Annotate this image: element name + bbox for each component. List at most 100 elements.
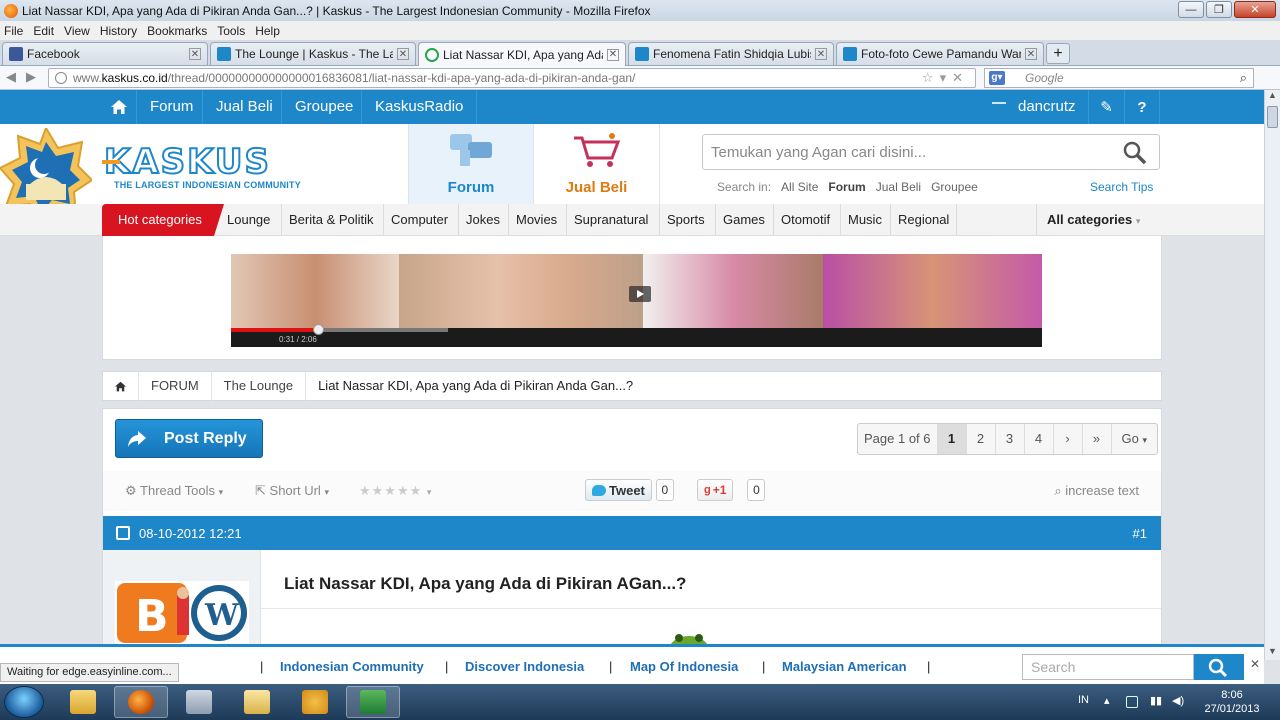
tab-liat-nassar[interactable]: Liat Nassar KDI, Apa yang Ada di... ✕ — [418, 42, 626, 66]
menu-help[interactable]: Help — [255, 24, 280, 38]
tray-flag-icon[interactable] — [1126, 696, 1138, 708]
language-indicator[interactable]: IN — [1078, 694, 1089, 706]
close-tab-icon[interactable]: ✕ — [815, 48, 827, 60]
tweet-button[interactable]: Tweet — [585, 479, 652, 501]
footer-link-indonesian-community[interactable]: Indonesian Community — [280, 659, 424, 674]
avatar[interactable]: B W — [115, 581, 249, 644]
jual-beli-tile[interactable]: Jual Beli — [534, 124, 660, 204]
footer-link-map-of-indonesia[interactable]: Map Of Indonesia — [630, 659, 738, 674]
forum-tile[interactable]: Forum — [408, 124, 534, 204]
all-categories-dropdown[interactable]: All categories ▾ — [1036, 204, 1140, 236]
menu-bookmarks[interactable]: Bookmarks — [147, 24, 207, 38]
username[interactable]: dancrutz — [1018, 90, 1076, 124]
taskbar-explorer[interactable] — [56, 686, 110, 718]
close-tab-icon[interactable]: ✕ — [189, 48, 201, 60]
kaskus-search-input[interactable]: Temukan yang Agan cari disini... — [702, 134, 1160, 170]
start-button[interactable] — [4, 686, 44, 718]
page-3-link[interactable]: 3 — [994, 424, 1024, 454]
category-jokes[interactable]: Jokes — [458, 204, 507, 236]
menu-file[interactable]: File — [4, 24, 23, 38]
nav-forum[interactable]: Forum — [136, 90, 206, 124]
tab-fenomena-fatin[interactable]: Fenomena Fatin Shidqia Lubis, ... ✕ — [628, 42, 834, 65]
new-tab-button[interactable]: + — [1046, 43, 1070, 64]
next-page-icon[interactable]: › — [1052, 424, 1082, 454]
tab-facebook[interactable]: Facebook ✕ — [2, 42, 208, 65]
thread-tools-dropdown[interactable]: ⚙ Thread Tools ▾ — [125, 483, 223, 499]
footer-link-malaysian-american[interactable]: Malaysian American — [782, 659, 907, 674]
page-4-link[interactable]: 4 — [1023, 424, 1053, 454]
play-icon[interactable] — [629, 286, 651, 302]
taskbar-mail[interactable] — [230, 686, 284, 718]
home-icon[interactable] — [102, 90, 136, 124]
scrollbar-thumb[interactable] — [1267, 106, 1278, 128]
menu-history[interactable]: History — [100, 24, 137, 38]
category-computer[interactable]: Computer — [383, 204, 455, 236]
scroll-up-icon[interactable]: ▲ — [1265, 90, 1280, 104]
category-otomotif[interactable]: Otomotif — [773, 204, 837, 236]
footer-close-icon[interactable]: ✕ — [1250, 657, 1260, 671]
short-url-dropdown[interactable]: ⇱ Short Url ▾ — [255, 483, 329, 499]
increase-text-button[interactable]: ⌕ increase text — [1054, 483, 1139, 499]
search-scope-all-site[interactable]: All Site — [781, 180, 818, 194]
taskbar-excel[interactable] — [346, 686, 400, 718]
volume-icon[interactable]: ◀) — [1172, 694, 1184, 707]
category-lounge[interactable]: Lounge — [220, 204, 277, 236]
kaskus-logo[interactable]: KASKUS THE LARGEST INDONESIAN COMMUNITY — [102, 143, 301, 190]
scroll-down-icon[interactable]: ▼ — [1265, 646, 1280, 660]
google-icon[interactable]: g▾ — [989, 71, 1005, 85]
breadcrumb-the-lounge[interactable]: The Lounge — [212, 371, 307, 401]
search-scope-jual-beli[interactable]: Jual Beli — [876, 180, 921, 194]
clock[interactable]: 8:06 27/01/2013 — [1202, 688, 1262, 716]
go-page-dropdown[interactable]: Go ▾ — [1110, 424, 1158, 454]
browser-search-box[interactable]: g▾ Google ⌕ — [984, 68, 1254, 88]
taskbar-games[interactable] — [288, 686, 342, 718]
breadcrumb-forum[interactable]: FORUM — [139, 371, 212, 401]
page-1-link[interactable]: 1 — [936, 424, 966, 454]
page-scrollbar[interactable]: ▲ ▼ — [1264, 90, 1280, 660]
footer-link-discover-indonesia[interactable]: Discover Indonesia — [465, 659, 584, 674]
post-number[interactable]: #1 — [1133, 526, 1147, 541]
help-icon[interactable]: ? — [1124, 90, 1160, 124]
video-controls[interactable]: 0:31 / 2:06 — [231, 324, 1042, 347]
search-icon[interactable]: ⌕ — [1240, 70, 1247, 86]
video-scrubber-handle[interactable] — [313, 324, 324, 335]
last-page-icon[interactable]: » — [1081, 424, 1111, 454]
forward-icon[interactable]: ▶ — [26, 69, 36, 85]
ad-video-player[interactable]: 0:31 / 2:06 — [231, 254, 1042, 347]
close-tab-icon[interactable]: ✕ — [1025, 48, 1037, 60]
search-scope-forum[interactable]: Forum — [828, 180, 865, 194]
category-sports[interactable]: Sports — [659, 204, 712, 236]
nav-kaskusradio[interactable]: KaskusRadio — [361, 90, 478, 124]
edit-icon[interactable]: ✎ — [1088, 90, 1124, 124]
network-icon[interactable]: ▮▮ — [1150, 694, 1162, 707]
category-movies[interactable]: Movies — [508, 204, 564, 236]
bookmark-star-icon[interactable]: ☆▾✕ — [922, 70, 969, 86]
nav-jual-beli[interactable]: Jual Beli — [202, 90, 286, 124]
post-reply-button[interactable]: Post Reply — [115, 419, 263, 458]
gplus-button[interactable]: g +1 — [697, 479, 734, 501]
category-music[interactable]: Music — [840, 204, 889, 236]
category-games[interactable]: Games — [715, 204, 772, 236]
hot-categories-button[interactable]: Hot categories — [102, 204, 224, 236]
search-tips-link[interactable]: Search Tips — [1090, 180, 1153, 194]
close-tab-icon[interactable]: ✕ — [607, 48, 619, 61]
checkbox-icon[interactable] — [116, 526, 130, 540]
minimize-button[interactable]: — — [1178, 1, 1204, 18]
back-icon[interactable]: ◀ — [6, 69, 16, 85]
breadcrumb-home-icon[interactable] — [103, 371, 139, 401]
menu-edit[interactable]: Edit — [33, 24, 54, 38]
footer-search-button[interactable] — [1194, 654, 1244, 680]
footer-search-input[interactable]: Search — [1022, 654, 1194, 680]
taskbar-firefox[interactable] — [114, 686, 168, 718]
menu-view[interactable]: View — [64, 24, 90, 38]
category-supranatural[interactable]: Supranatural — [566, 204, 655, 236]
close-window-button[interactable]: ✕ — [1234, 1, 1276, 18]
address-bar[interactable]: www. kaskus.co.id/thread/0000000000000000… — [48, 68, 976, 88]
tab-the-lounge[interactable]: The Lounge | Kaskus - The Large... ✕ — [210, 42, 416, 65]
search-scope-groupee[interactable]: Groupee — [931, 180, 978, 194]
tray-arrow-icon[interactable]: ▴ — [1104, 694, 1110, 707]
search-icon[interactable] — [1123, 141, 1147, 165]
category-berita-politik[interactable]: Berita & Politik — [281, 204, 381, 236]
taskbar-calculator[interactable] — [172, 686, 226, 718]
tab-foto-foto[interactable]: Foto-foto Cewe Pamandu Warn... ✕ — [836, 42, 1044, 65]
